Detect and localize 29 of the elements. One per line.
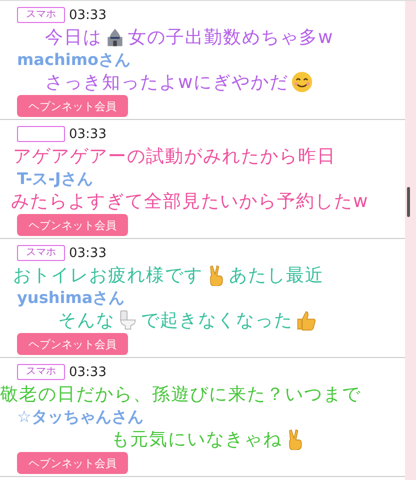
member-button[interactable]: ヘブンネット会員 — [17, 214, 128, 236]
overlay-caption: おトイレお疲れ様です — [13, 264, 203, 287]
overlay-caption: 今日は — [45, 26, 102, 49]
overlay-caption: も元気にいなきゃね — [111, 428, 282, 451]
smiley-icon — [290, 71, 313, 93]
user-name: ☆タッちゃんさん — [17, 407, 144, 426]
member-button[interactable]: ヘブンネット会員 — [17, 452, 128, 474]
overlay-caption: さっき知ったよwにぎやかだ — [45, 71, 289, 94]
post-time: 03:33 — [69, 364, 106, 380]
member-button[interactable]: ヘブンネット会員 — [17, 333, 128, 355]
overlay-caption: アゲアゲアーの試動がみれたから昨日 — [13, 145, 336, 168]
user-name: machimoさん — [17, 50, 130, 69]
overlay-caption: あたし最近 — [229, 264, 324, 287]
post-time: 03:33 — [69, 8, 106, 22]
post-time: 03:33 — [69, 126, 106, 142]
user-name: T-ス-Jさん — [17, 169, 93, 188]
thumbs-up-icon — [295, 309, 317, 331]
device-tag: スマホ — [17, 364, 65, 380]
member-button[interactable]: ヘブンネット会員 — [17, 95, 128, 117]
overlay-caption: そんな — [58, 309, 115, 332]
post-time: 03:33 — [69, 246, 106, 260]
overlay-caption: 女の子出勤数めちゃ多w — [128, 26, 334, 49]
scrollbar-thumb — [407, 187, 410, 217]
device-tag: スマホ — [17, 245, 65, 261]
overlay-caption: で起きなくなった — [141, 309, 293, 332]
device-tag: スマホ — [17, 7, 65, 23]
overlay-caption: 敬老の日だから、孫遊びに来た？いつまで — [0, 383, 361, 406]
user-name: yushimaさん — [17, 288, 125, 307]
overlay-caption: みたらよすぎて全部見たいから予約したw — [11, 190, 369, 213]
